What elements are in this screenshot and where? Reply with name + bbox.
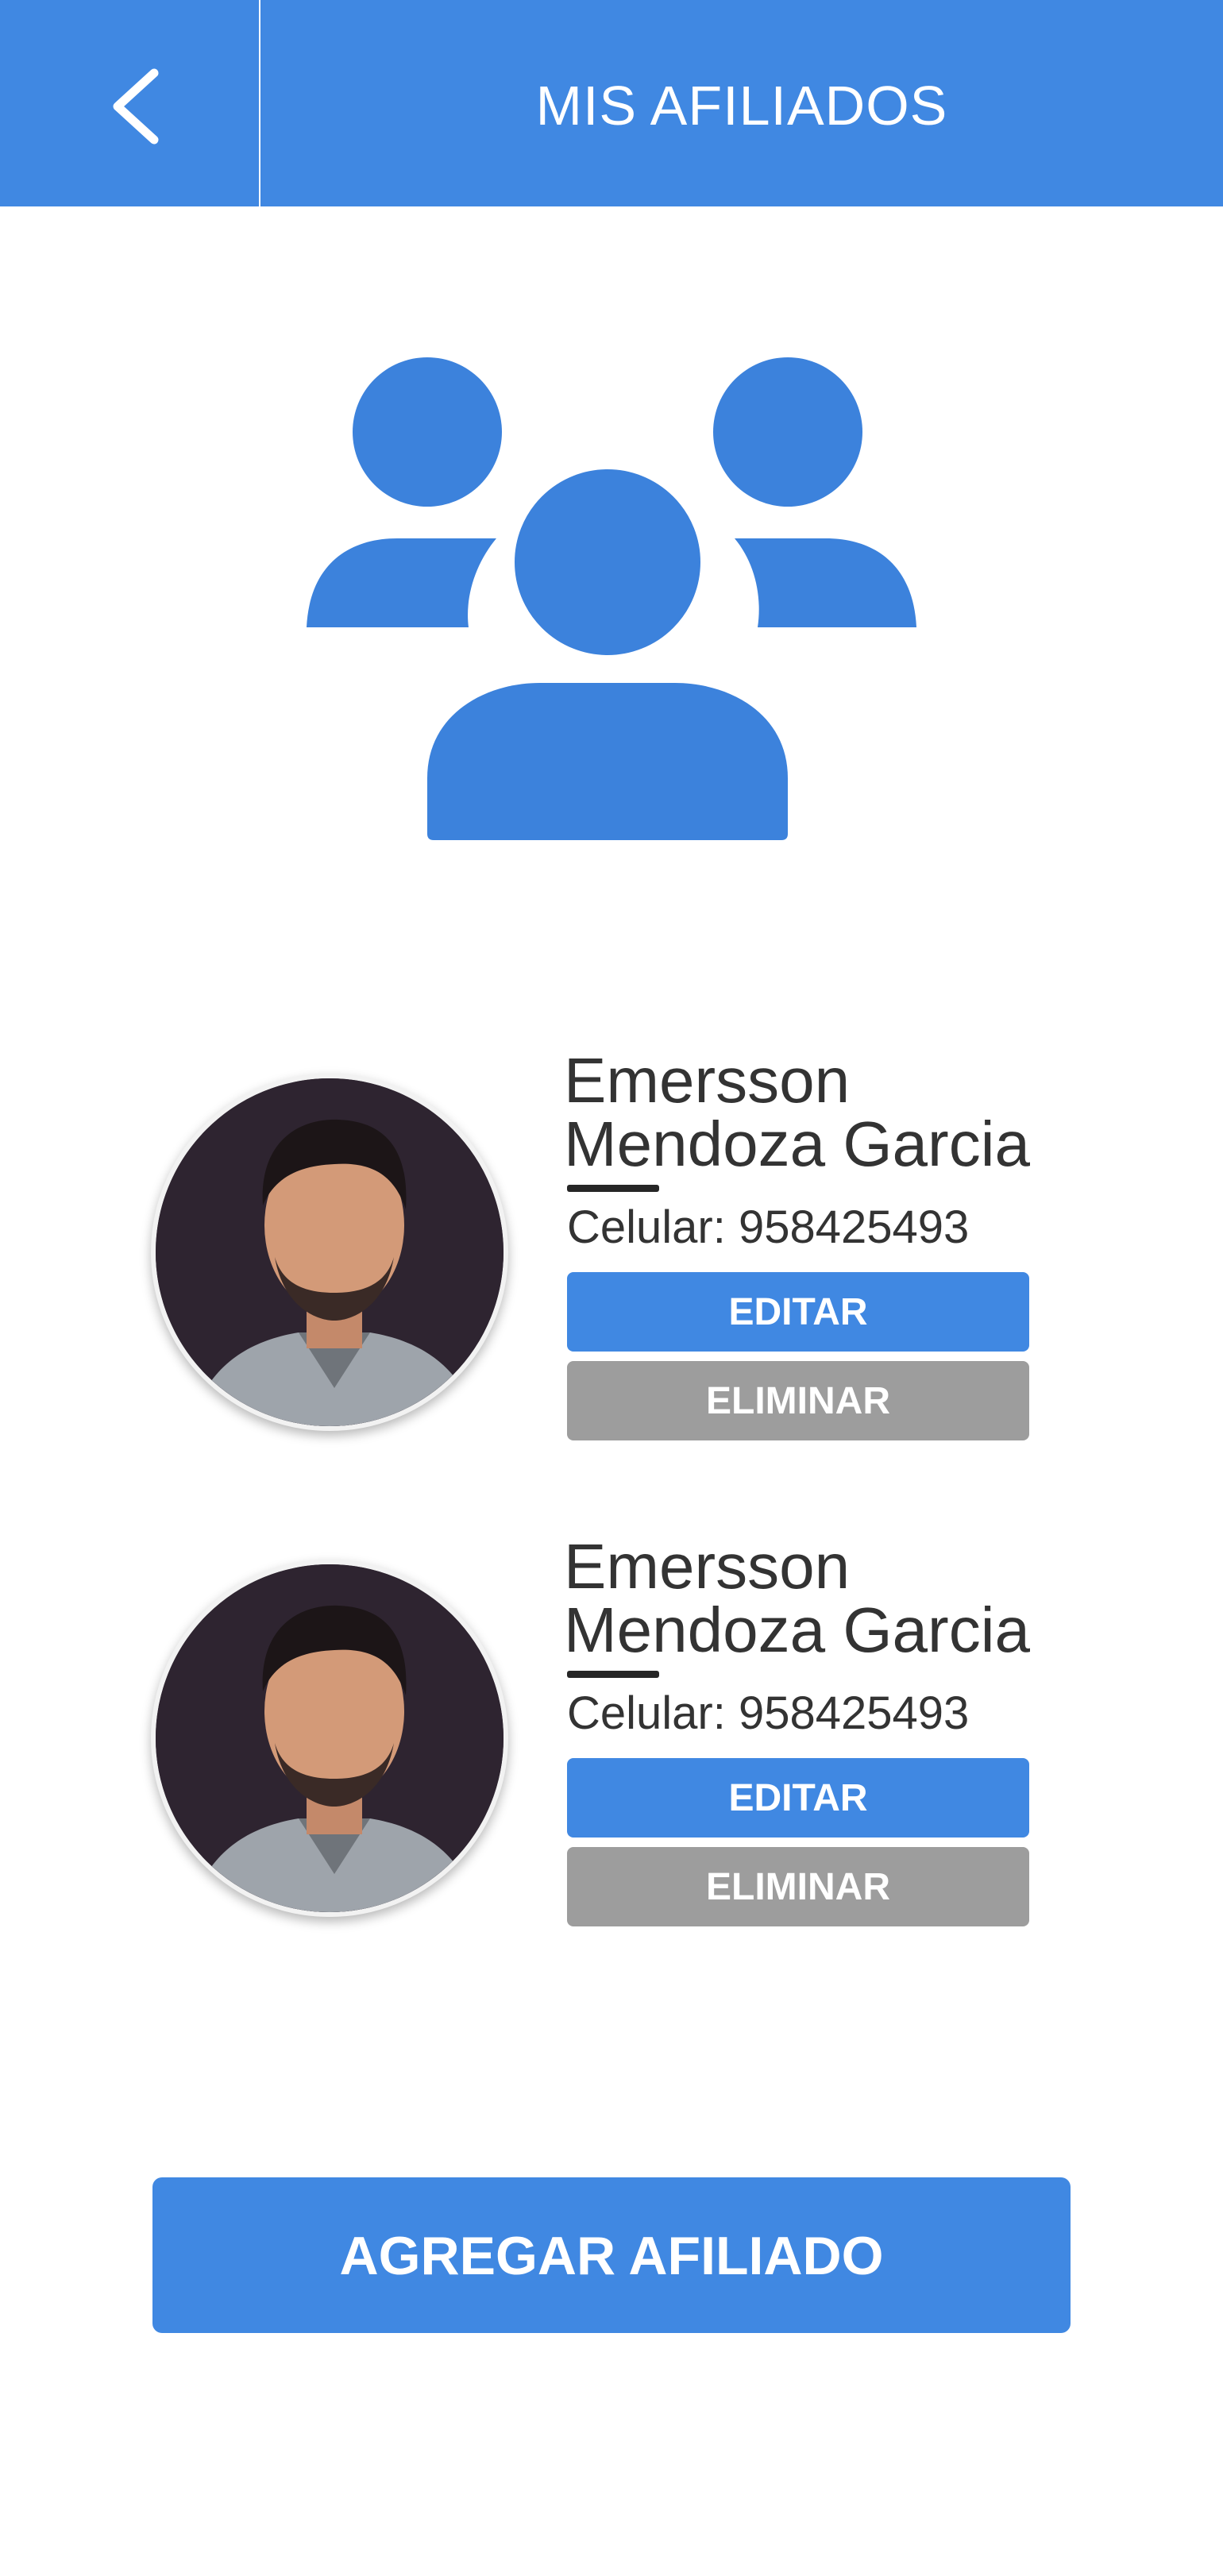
add-affiliate-button[interactable]: AGREGAR AFILIADO	[152, 2177, 1071, 2333]
affiliate-last-name: Mendoza Garcia	[564, 1109, 1030, 1179]
avatar	[151, 1074, 508, 1431]
back-button[interactable]	[0, 0, 259, 206]
affiliate-phone: Celular: 958425493	[567, 1687, 970, 1739]
delete-button[interactable]: ELIMINAR	[567, 1847, 1029, 1926]
edit-button[interactable]: EDITAR	[567, 1758, 1029, 1838]
affiliates-screen: MIS AFILIADOS Emersson Mendoza Garcia Ce…	[0, 0, 1223, 2576]
affiliate-first-name: Emersson	[564, 1531, 851, 1602]
avatar-photo	[156, 1564, 503, 1912]
chevron-left-icon	[113, 68, 159, 145]
affiliate-phone: Celular: 958425493	[567, 1201, 970, 1253]
affiliate-first-name: Emersson	[564, 1045, 851, 1116]
name-underline	[567, 1671, 659, 1678]
name-underline	[567, 1185, 659, 1192]
affiliate-card: Emersson Mendoza Garcia Celular: 9584254…	[0, 1534, 1223, 1947]
app-header: MIS AFILIADOS	[0, 0, 1223, 206]
avatar	[151, 1560, 508, 1917]
page-title: MIS AFILIADOS	[535, 75, 948, 137]
delete-button[interactable]: ELIMINAR	[567, 1361, 1029, 1440]
edit-button[interactable]: EDITAR	[567, 1272, 1029, 1352]
avatar-photo	[156, 1078, 503, 1426]
affiliate-card: Emersson Mendoza Garcia Celular: 9584254…	[0, 1048, 1223, 1461]
affiliate-last-name: Mendoza Garcia	[564, 1595, 1030, 1665]
group-users-icon	[307, 357, 916, 840]
